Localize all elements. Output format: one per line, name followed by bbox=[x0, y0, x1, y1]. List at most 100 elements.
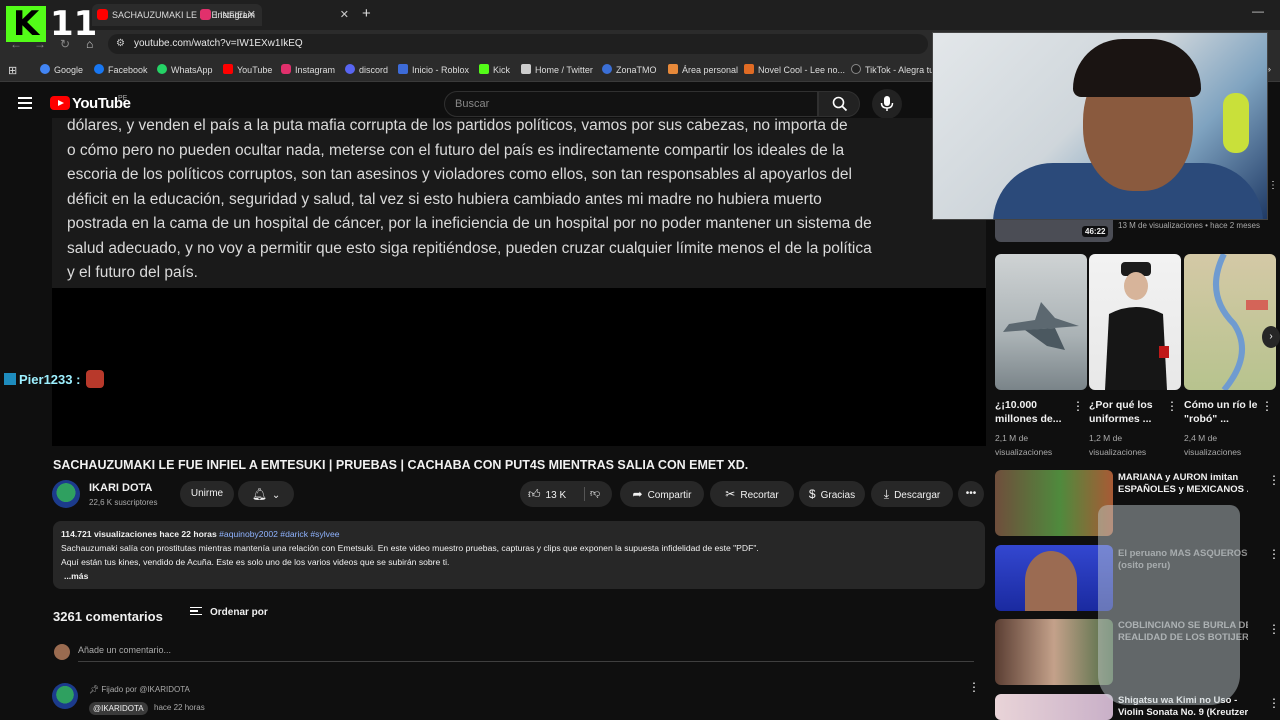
share-button[interactable]: ➦ Compartir bbox=[620, 481, 704, 507]
voice-search-button[interactable] bbox=[872, 89, 902, 119]
short-menu-icon[interactable]: ⋮ bbox=[1072, 400, 1084, 412]
bookmark-label: Home / Twitter bbox=[535, 65, 593, 75]
bookmark-whatsapp[interactable]: WhatsApp bbox=[157, 64, 213, 75]
pin-icon: 📌︎ bbox=[89, 685, 100, 694]
short-menu-icon[interactable]: ⋮ bbox=[1261, 400, 1273, 412]
short-views: 2,4 M de visualizaciones bbox=[1184, 433, 1242, 457]
google-icon bbox=[40, 64, 50, 74]
channel-avatar[interactable] bbox=[52, 480, 80, 508]
short-menu-icon[interactable]: ⋮ bbox=[1166, 400, 1178, 412]
microphone-icon bbox=[880, 96, 894, 111]
url-text: youtube.com/watch?v=IW1EXw1IkEQ bbox=[134, 38, 303, 49]
search-input[interactable]: Buscar bbox=[444, 91, 818, 117]
video-text-line: salud adecuado, y no voy a permitir que … bbox=[67, 239, 872, 257]
video-thumbnail[interactable] bbox=[995, 470, 1113, 536]
join-button[interactable]: Unirme bbox=[180, 481, 234, 507]
video-menu-icon[interactable]: ⋮ bbox=[1268, 474, 1280, 486]
thanks-button[interactable]: $ Gracias bbox=[799, 481, 865, 507]
search-button[interactable] bbox=[818, 91, 860, 117]
minimize-icon[interactable]: — bbox=[1252, 4, 1264, 18]
video-title-line: MARIANA y AURON imitan bbox=[1118, 472, 1239, 483]
site-settings-icon[interactable]: ⚙ bbox=[116, 34, 125, 54]
comment-menu-icon[interactable]: ⋮ bbox=[968, 681, 980, 693]
roblox-icon bbox=[398, 64, 408, 74]
scissors-icon: ✂ bbox=[725, 487, 736, 501]
bookmark-novel-cool[interactable]: Novel Cool - Lee no... bbox=[744, 64, 845, 75]
short-title[interactable]: Cómo un río le "robó" ... bbox=[1184, 398, 1260, 426]
chat-message: Pier1233 : bbox=[4, 370, 105, 388]
sort-icon bbox=[190, 607, 202, 615]
bookmark-label: Inicio - Roblox bbox=[412, 65, 470, 75]
bookmark-google[interactable]: Google bbox=[40, 64, 83, 75]
thumbs-down-icon[interactable]: 👎︎ bbox=[590, 481, 600, 507]
like-button[interactable]: 👍︎ 13 K 👎︎ bbox=[520, 481, 612, 507]
search-icon bbox=[832, 96, 848, 112]
discord-icon bbox=[345, 64, 355, 74]
bookmark-tiktok[interactable]: TikTok - Alegra tu bbox=[851, 64, 934, 75]
description-box[interactable]: 114.721 visualizaciones hace 22 horas #a… bbox=[53, 521, 985, 589]
close-tab-icon[interactable]: ✕ bbox=[340, 4, 349, 26]
video-title[interactable]: MARIANA y AURON imitan ESPAÑOLES y MEXICA… bbox=[1118, 472, 1248, 496]
thanks-label: Gracias bbox=[820, 490, 856, 501]
description-text: Aquí están tus kines, vendido de Acuña. … bbox=[61, 557, 450, 567]
bookmark-youtube[interactable]: YouTube bbox=[223, 64, 272, 75]
youtube-play-icon bbox=[50, 96, 70, 110]
short-thumbnail[interactable] bbox=[995, 254, 1087, 390]
area-personal-icon bbox=[668, 64, 678, 74]
short-thumbnail[interactable] bbox=[1089, 254, 1181, 390]
river-map-image bbox=[1213, 254, 1268, 390]
whatsapp-icon bbox=[157, 64, 167, 74]
bookmark-twitter[interactable]: Home / Twitter bbox=[521, 64, 593, 75]
bookmark-label: Kick bbox=[493, 65, 511, 75]
apps-grid-icon[interactable]: ⊞ bbox=[8, 64, 17, 77]
webcam-overlay bbox=[932, 32, 1268, 220]
bookmark-area-personal[interactable]: Área personal bbox=[668, 64, 738, 75]
bookmark-roblox[interactable]: Inicio - Roblox bbox=[398, 64, 469, 75]
short-views: 2,1 M de visualizaciones bbox=[995, 433, 1053, 457]
comment-author-avatar[interactable] bbox=[52, 683, 78, 709]
hashtags[interactable]: #aquinoby2002 #darick #sylvee bbox=[219, 529, 339, 539]
short-title[interactable]: ¿¡10.000 millones de... bbox=[995, 398, 1071, 426]
bookmark-instagram[interactable]: Instagram bbox=[281, 64, 335, 75]
pinned-label: 📌︎ Fijado por @IKARIDOTA bbox=[89, 685, 190, 694]
notifications-button[interactable]: 🔔︎ ⌄ bbox=[238, 481, 294, 507]
video-menu-icon[interactable]: ⋮ bbox=[1268, 623, 1280, 635]
video-thumbnail[interactable] bbox=[995, 619, 1113, 685]
comment-time[interactable]: hace 22 horas bbox=[154, 703, 205, 712]
video-player[interactable]: dólares, y venden el país a la puta mafi… bbox=[52, 118, 986, 446]
video-thumbnail[interactable] bbox=[995, 694, 1113, 720]
video-menu-icon[interactable]: ⋮ bbox=[1268, 548, 1280, 560]
video-thumbnail[interactable] bbox=[995, 545, 1113, 611]
menu-icon[interactable] bbox=[18, 97, 32, 109]
bookmark-discord[interactable]: discord bbox=[345, 64, 388, 75]
url-input[interactable]: ⚙ youtube.com/watch?v=IW1EXw1IkEQ bbox=[108, 34, 928, 54]
sidebar-menu-icon[interactable]: ⋮ bbox=[1268, 180, 1278, 191]
glass-overlay-image bbox=[1098, 505, 1240, 705]
video-text-line: postrada en la cama de un hospital de cá… bbox=[67, 215, 872, 232]
novel-cool-icon bbox=[744, 64, 754, 74]
tab-label: Instagram bbox=[215, 10, 256, 20]
bookmark-label: Área personal bbox=[682, 65, 739, 75]
bookmark-facebook[interactable]: Facebook bbox=[94, 64, 148, 75]
video-text-line: dólares, y venden el país a la puta mafi… bbox=[67, 118, 848, 134]
comment-input[interactable]: Añade un comentario... bbox=[78, 645, 171, 655]
video-text-line: déficit en la educación, seguridad y sal… bbox=[67, 190, 822, 208]
comment-author[interactable]: @IKARIDOTA bbox=[89, 702, 148, 715]
bookmark-zonatmo[interactable]: ZonaTMO bbox=[602, 64, 657, 75]
more-actions-button[interactable]: ••• bbox=[958, 481, 984, 507]
short-thumbnail[interactable] bbox=[1184, 254, 1276, 390]
bookmark-kick[interactable]: Kick bbox=[479, 64, 510, 75]
download-button[interactable]: ⤓ Descargar bbox=[871, 481, 953, 507]
sort-comments-button[interactable]: Ordenar por bbox=[190, 607, 268, 618]
video-text-line: escoria de los políticos corruptos, son … bbox=[67, 166, 852, 183]
short-title[interactable]: ¿Por qué los uniformes ... bbox=[1089, 398, 1165, 426]
show-more-link[interactable]: ...más bbox=[61, 569, 977, 583]
new-tab-button[interactable]: + bbox=[362, 5, 371, 22]
tab-instagram[interactable]: Instagram ✕ bbox=[195, 4, 355, 26]
instagram-favicon-icon bbox=[200, 9, 211, 20]
video-text-line: y el futuro del país. bbox=[67, 264, 198, 281]
shorts-next-button[interactable]: › bbox=[1262, 326, 1280, 348]
channel-name[interactable]: IKARI DOTA bbox=[89, 482, 152, 494]
video-menu-icon[interactable]: ⋮ bbox=[1268, 697, 1280, 709]
clip-button[interactable]: ✂ Recortar bbox=[710, 481, 794, 507]
